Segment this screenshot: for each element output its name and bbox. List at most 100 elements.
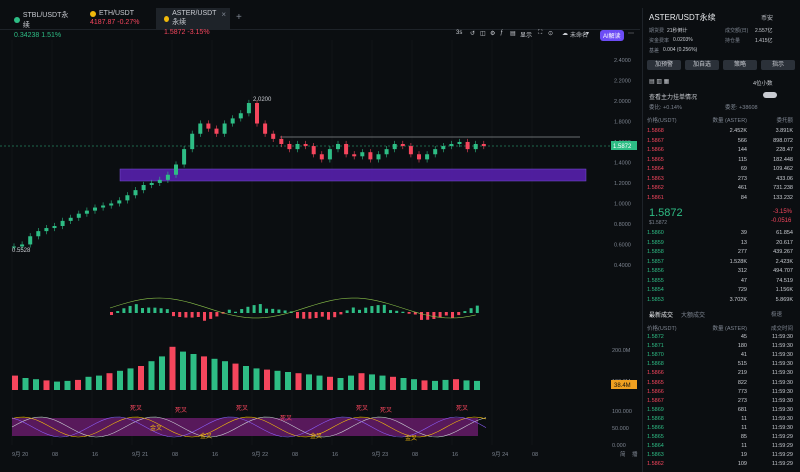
close-icon[interactable]: × xyxy=(221,10,226,19)
stat-k3: 持仓量 xyxy=(725,38,741,44)
candle-body xyxy=(214,128,219,134)
x-tick-label: 16 xyxy=(332,452,338,458)
volume-bar xyxy=(253,368,260,390)
oscillator-signal-label: 金叉 xyxy=(150,424,162,432)
y-tick-label: 1.8000 xyxy=(614,120,631,126)
ask-row[interactable]: 1.5866 144 228.47 xyxy=(647,147,797,155)
trade-row: 1.5868 515 11:59:30 xyxy=(647,361,793,368)
candle-body xyxy=(279,138,284,144)
candle-body xyxy=(295,144,300,150)
candle-body xyxy=(392,144,397,150)
layout-icon[interactable]: ▤ xyxy=(510,30,516,37)
macd-bar xyxy=(246,306,250,313)
ask-row[interactable]: 1.5861 84 133.232 xyxy=(647,195,797,203)
bid-row[interactable]: 1.5853 3.702K 5.869K xyxy=(647,297,797,305)
candle-body xyxy=(246,103,251,114)
volume-bar xyxy=(316,375,323,390)
macd-bar xyxy=(358,309,361,313)
macd-bar xyxy=(401,311,405,313)
main-orders-toggle[interactable] xyxy=(763,92,777,98)
snapshot-icon[interactable]: ⊙ xyxy=(548,30,553,37)
bid-row[interactable]: 1.5860 39 61.854 xyxy=(647,230,797,238)
bid-row[interactable]: 1.5856 312 494.707 xyxy=(647,268,797,276)
macd-bar xyxy=(469,308,473,313)
tab-price: 4187.87 xyxy=(90,19,116,26)
oscillator-signal-label: 金叉 xyxy=(310,432,322,440)
add-tab-icon[interactable]: + xyxy=(236,12,242,23)
precision-select[interactable]: 4位小数 xyxy=(753,79,773,87)
ask-row[interactable]: 1.5863 273 433.06 xyxy=(647,176,797,184)
chevron-down-icon[interactable]: ▾ xyxy=(586,30,589,37)
candle-body xyxy=(473,144,478,150)
bid-row[interactable]: 1.5859 13 20.617 xyxy=(647,240,797,248)
candle-body xyxy=(198,123,203,134)
indicator-icon[interactable]: ƒ xyxy=(500,30,503,36)
tab-large-trades[interactable]: 大额成交 xyxy=(681,310,705,319)
macd-bar xyxy=(277,309,281,313)
candle-body xyxy=(368,152,373,160)
window-titlebar xyxy=(0,0,800,8)
tab-aster[interactable]: ASTER/USDT永续 1.5872 -3.15% × xyxy=(156,8,230,36)
candle-body xyxy=(230,118,235,124)
tab-change: -3.15% xyxy=(187,29,210,36)
macd-bar xyxy=(327,312,330,320)
ask-row[interactable]: 1.5867 566 898.072 xyxy=(647,138,797,146)
volume-bar xyxy=(211,358,218,390)
volume-bar xyxy=(169,346,176,390)
osc-tick-label: 50.000 xyxy=(612,426,629,432)
candle-body xyxy=(84,210,89,214)
ask-row[interactable]: 1.5865 115 182.448 xyxy=(647,157,797,165)
x-tick-label: 08 xyxy=(292,452,298,458)
macd-bar xyxy=(438,312,442,318)
more-icon[interactable]: ⋯ xyxy=(628,30,634,37)
interval-selector[interactable]: 3s xyxy=(456,30,462,36)
reset-icon[interactable]: ↺ xyxy=(470,30,475,37)
macd-bar xyxy=(426,312,430,320)
main-orders-link[interactable]: 查看主力挂单情况 xyxy=(649,92,697,101)
tab-eth[interactable]: ETH/USDT 4187.87 -0.27% xyxy=(82,8,154,30)
fullscreen-icon[interactable]: ⛶ xyxy=(538,30,542,37)
macd-bar xyxy=(296,312,299,319)
add-watchlist-button[interactable]: 加自选 xyxy=(685,60,719,70)
macd-bar xyxy=(227,309,231,313)
stat-v3: 1.415亿 xyxy=(755,38,773,44)
macd-bar xyxy=(209,312,213,319)
strategy-button[interactable]: 策略 xyxy=(723,60,757,70)
bid-row[interactable]: 1.5855 47 74.519 xyxy=(647,278,797,286)
y-tick-label: 2.4000 xyxy=(614,58,631,64)
candle-body xyxy=(76,213,81,218)
vol-last-value: 38.4M xyxy=(614,383,631,389)
macd-bar xyxy=(147,307,151,313)
candle-body xyxy=(449,144,454,147)
candle-body xyxy=(336,144,340,150)
tab-latest-trades[interactable]: 最新成交 xyxy=(649,310,673,319)
bid-row[interactable]: 1.5854 729 1.156K xyxy=(647,287,797,295)
volume-bar xyxy=(222,361,228,390)
ask-row[interactable]: 1.5864 69 109.462 xyxy=(647,166,797,174)
ask-row[interactable]: 1.5868 2.452K 3.891K xyxy=(647,128,797,136)
candle-body xyxy=(20,244,25,247)
bid-row[interactable]: 1.5858 277 439.267 xyxy=(647,249,797,257)
coin-icon xyxy=(164,15,170,22)
tab-stbl[interactable]: STBL/USDT永续 0.34238 1.51% xyxy=(6,8,82,39)
candle-body xyxy=(141,185,146,191)
add-alert-button[interactable]: 加预警 xyxy=(647,60,681,70)
exchange-tag[interactable]: 币安 xyxy=(761,13,773,22)
candle-body xyxy=(149,182,154,185)
indicator-button[interactable]: 指示 xyxy=(761,60,795,70)
candle-body xyxy=(384,149,389,155)
macd-bar xyxy=(320,312,324,317)
macd-bar xyxy=(215,312,219,317)
book-view-icons[interactable]: ▤ ▥ ▦ xyxy=(649,78,669,85)
bid-row[interactable]: 1.5857 1.528K 2.423K xyxy=(647,259,797,267)
macd-bar xyxy=(184,312,188,318)
candle-body xyxy=(206,123,211,129)
camera-icon[interactable]: ◫ xyxy=(480,30,486,37)
settings-icon[interactable]: ⚙ xyxy=(490,30,495,37)
price-chart[interactable]: 死叉金叉死叉金叉死叉死叉金叉死叉 死叉金叉死叉 2.40002.20002.000… xyxy=(0,40,640,460)
fast-mode-option[interactable]: 极速 xyxy=(771,310,782,318)
display-button[interactable]: 显示 xyxy=(520,30,532,39)
x-tick-label: 9月 20 xyxy=(12,451,28,458)
ask-row[interactable]: 1.5862 461 731.238 xyxy=(647,185,797,193)
cloud-icon[interactable]: ☁ xyxy=(562,30,568,37)
